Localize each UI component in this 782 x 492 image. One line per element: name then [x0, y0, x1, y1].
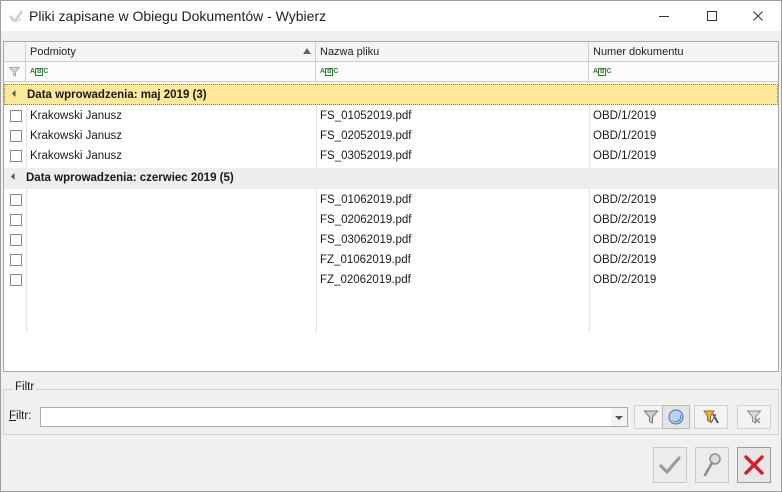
- funnel-tools-icon: [703, 410, 719, 424]
- funnel-icon: [643, 410, 659, 424]
- filter-cell-podmioty[interactable]: ABC: [26, 62, 316, 82]
- close-window-button[interactable]: [735, 1, 781, 31]
- cell-nazwa-pliku: FS_01052019.pdf: [320, 110, 412, 122]
- clear-filter-button[interactable]: [737, 405, 771, 429]
- collapse-triangle-icon[interactable]: [11, 89, 20, 98]
- filter-row-icon-cell[interactable]: [4, 62, 26, 82]
- table-row[interactable]: FS_02062019.pdf OBD/2/2019: [4, 210, 778, 230]
- row-checkbox[interactable]: [10, 214, 22, 226]
- files-grid: Podmioty Nazwa pliku Numer dokumentu ABC…: [3, 41, 779, 372]
- column-header-numer-dokumentu[interactable]: Numer dokumentu: [589, 42, 778, 62]
- close-icon: [753, 11, 763, 21]
- row-checkbox[interactable]: [10, 110, 22, 122]
- group-label: Data wprowadzenia: czerwiec 2019 (5): [26, 172, 234, 184]
- column-header-label: Podmioty: [30, 46, 76, 58]
- table-row[interactable]: Krakowski Janusz FS_02052019.pdf OBD/1/2…: [4, 126, 778, 146]
- toggle-filter-mode-button[interactable]: [662, 405, 690, 429]
- cell-nazwa-pliku: FZ_01062019.pdf: [320, 254, 411, 266]
- column-header-label: Nazwa pliku: [320, 46, 380, 58]
- table-row[interactable]: FS_01062019.pdf OBD/2/2019: [4, 190, 778, 210]
- filter-cell-nazwa-pliku[interactable]: ABC: [316, 62, 589, 82]
- filter-dropdown-button[interactable]: [611, 407, 628, 427]
- group-row-maj-2019[interactable]: Data wprowadzenia: maj 2019 (3): [4, 84, 778, 105]
- window-title: Pliki zapisane w Obiegu Dokumentów - Wyb…: [29, 8, 327, 24]
- filter-row: ABC ABC ABC: [4, 62, 778, 82]
- cell-podmioty: Krakowski Janusz: [30, 110, 123, 122]
- cell-podmioty: [26, 230, 316, 250]
- cell-podmioty: [26, 190, 316, 210]
- title-bar: Pliki zapisane w Obiegu Dokumentów - Wyb…: [1, 1, 781, 31]
- table-row[interactable]: Krakowski Janusz FS_03052019.pdf OBD/1/2…: [4, 146, 778, 166]
- dialog-window: Pliki zapisane w Obiegu Dokumentów - Wyb…: [0, 0, 782, 492]
- row-checkbox[interactable]: [10, 234, 22, 246]
- filter-label: Filtr:: [9, 410, 31, 422]
- cell-numer-dokumentu: OBD/2/2019: [593, 194, 657, 206]
- filter-label-text: iltr:: [16, 410, 32, 422]
- filter-input[interactable]: [40, 407, 612, 427]
- cell-numer-dokumentu: OBD/1/2019: [593, 110, 657, 122]
- cancel-x-icon: [744, 455, 764, 475]
- table-row[interactable]: FZ_01062019.pdf OBD/2/2019: [4, 250, 778, 270]
- group-row-czerwiec-2019[interactable]: Data wprowadzenia: czerwiec 2019 (5): [4, 168, 778, 189]
- cell-podmioty: [26, 210, 316, 230]
- table-row[interactable]: FS_03062019.pdf OBD/2/2019: [4, 230, 778, 250]
- text-filter-icon: ABC: [320, 68, 339, 76]
- column-header-nazwa-pliku[interactable]: Nazwa pliku: [316, 42, 589, 62]
- text-filter-icon: ABC: [30, 68, 49, 76]
- check-icon: [659, 456, 681, 474]
- cell-podmioty: [26, 250, 316, 270]
- filter-cell-numer-dokumentu[interactable]: ABC: [589, 62, 778, 82]
- confirm-button[interactable]: [653, 447, 687, 483]
- column-header-label: Numer dokumentu: [593, 46, 684, 58]
- app-logo-icon: [9, 10, 23, 23]
- minimize-icon: [659, 16, 669, 17]
- cell-numer-dokumentu: OBD/2/2019: [593, 214, 657, 226]
- grid-header: Podmioty Nazwa pliku Numer dokumentu: [4, 42, 778, 62]
- cell-podmioty: [26, 270, 316, 290]
- cell-podmioty: Krakowski Janusz: [30, 150, 123, 162]
- column-header-podmioty[interactable]: Podmioty: [26, 42, 316, 62]
- row-checkbox[interactable]: [10, 274, 22, 286]
- cell-nazwa-pliku: FS_02062019.pdf: [320, 214, 412, 226]
- minimize-button[interactable]: [641, 1, 687, 31]
- cell-nazwa-pliku: FS_03062019.pdf: [320, 234, 412, 246]
- group-label: Data wprowadzenia: maj 2019 (3): [27, 89, 207, 101]
- row-checkbox[interactable]: [10, 254, 22, 266]
- maximize-icon: [707, 11, 717, 21]
- row-checkbox[interactable]: [10, 194, 22, 206]
- header-select-cell: [4, 42, 26, 62]
- row-checkbox[interactable]: [10, 150, 22, 162]
- cell-numer-dokumentu: OBD/2/2019: [593, 234, 657, 246]
- row-checkbox[interactable]: [10, 130, 22, 142]
- table-row[interactable]: Krakowski Janusz FS_01052019.pdf OBD/1/2…: [4, 106, 778, 126]
- filter-label-accelerator: F: [9, 410, 17, 422]
- sort-ascending-icon: [303, 48, 311, 54]
- table-row[interactable]: FZ_02062019.pdf OBD/2/2019: [4, 270, 778, 290]
- cell-nazwa-pliku: FS_01062019.pdf: [320, 194, 412, 206]
- clear-filter-icon: [746, 410, 762, 424]
- cancel-button[interactable]: [737, 447, 771, 483]
- cell-numer-dokumentu: OBD/2/2019: [593, 254, 657, 266]
- filter-constructor-button[interactable]: [694, 405, 728, 429]
- maximize-button[interactable]: [689, 1, 735, 31]
- funnel-icon: [9, 67, 20, 77]
- cell-numer-dokumentu: OBD/2/2019: [593, 274, 657, 286]
- filter-group-title: Filtr: [13, 381, 37, 393]
- cell-numer-dokumentu: OBD/1/2019: [593, 150, 657, 162]
- cell-podmioty: Krakowski Janusz: [30, 130, 123, 142]
- text-filter-icon: ABC: [593, 68, 612, 76]
- magnifier-icon: [703, 453, 721, 477]
- cell-nazwa-pliku: FS_02052019.pdf: [320, 130, 412, 142]
- cell-nazwa-pliku: FZ_02062019.pdf: [320, 274, 411, 286]
- moon-filter-icon: [668, 409, 684, 425]
- preview-button[interactable]: [695, 447, 729, 483]
- cell-numer-dokumentu: OBD/1/2019: [593, 130, 657, 142]
- collapse-triangle-icon[interactable]: [10, 172, 19, 181]
- cell-nazwa-pliku: FS_03052019.pdf: [320, 150, 412, 162]
